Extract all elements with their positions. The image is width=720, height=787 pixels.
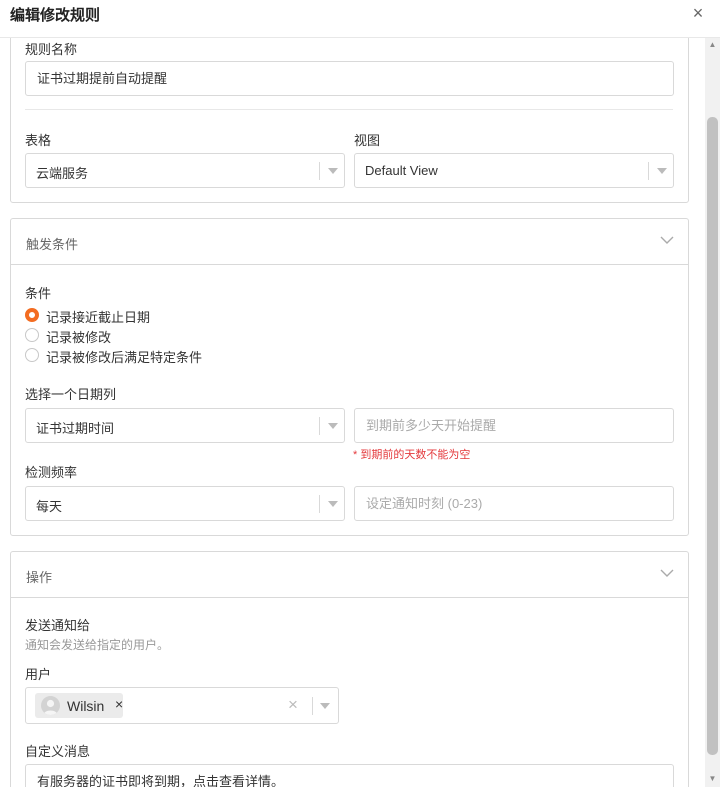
- dialog-title: 编辑修改规则: [10, 7, 101, 24]
- rule-basics-card: 规则名称 证书过期提前自动提醒 表格 云端服务 视图 Default View: [10, 38, 689, 203]
- action-card-header[interactable]: 操作: [11, 552, 688, 598]
- rule-name-input[interactable]: 证书过期提前自动提醒: [25, 61, 674, 96]
- trigger-card: 触发条件 条件 记录接近截止日期 记录被修改 记录被修改后满足特定条件 选择一个…: [10, 218, 689, 536]
- date-column-label: 选择一个日期列: [25, 387, 117, 402]
- select-separator: [312, 697, 313, 715]
- trigger-card-title: 触发条件: [26, 237, 79, 252]
- dialog-body: 规则名称 证书过期提前自动提醒 表格 云端服务 视图 Default View …: [0, 38, 705, 787]
- scroll-up-icon[interactable]: ▲: [705, 38, 720, 52]
- user-tag-name: Wilsin: [67, 698, 105, 714]
- chevron-down-icon[interactable]: [659, 565, 675, 581]
- dialog-header: 编辑修改规则 ×: [0, 0, 720, 38]
- radio-button[interactable]: [25, 308, 39, 322]
- radio-button[interactable]: [25, 328, 39, 342]
- action-card-title: 操作: [26, 570, 53, 585]
- clear-icon[interactable]: ×: [288, 695, 298, 715]
- rule-name-label: 规则名称: [25, 42, 78, 57]
- chevron-down-icon[interactable]: [328, 423, 338, 429]
- user-tag: Wilsin ×: [35, 693, 123, 718]
- scroll-down-icon[interactable]: ▼: [705, 772, 720, 786]
- radio-button[interactable]: [25, 348, 39, 362]
- date-column-select[interactable]: 证书过期时间: [25, 408, 345, 443]
- remove-user-icon[interactable]: ×: [115, 696, 123, 712]
- frequency-label: 检测频率: [25, 465, 78, 480]
- notify-hour-input[interactable]: 设定通知时刻 (0-23): [354, 486, 674, 521]
- message-label: 自定义消息: [25, 744, 91, 759]
- scrollbar-thumb[interactable]: [707, 117, 718, 755]
- trigger-card-header[interactable]: 触发条件: [11, 219, 688, 265]
- chevron-down-icon[interactable]: [657, 168, 667, 174]
- send-to-hint: 通知会发送给指定的用户。: [25, 638, 170, 652]
- date-column-select-value: 证书过期时间: [36, 421, 115, 436]
- frequency-select-value: 每天: [36, 499, 63, 514]
- table-select[interactable]: 云端服务: [25, 153, 345, 188]
- scrollbar[interactable]: ▲ ▼: [705, 38, 720, 787]
- select-separator: [319, 417, 320, 435]
- view-label: 视图: [354, 133, 381, 148]
- condition-label: 条件: [25, 286, 52, 301]
- chevron-down-icon[interactable]: [328, 501, 338, 507]
- close-icon[interactable]: ×: [690, 3, 706, 24]
- avatar: [41, 696, 60, 715]
- section-divider: [25, 109, 673, 110]
- table-select-value: 云端服务: [36, 166, 89, 181]
- radio-label: 记录被修改: [46, 330, 112, 345]
- message-textarea[interactable]: 有服务器的证书即将到期，点击查看详情。: [25, 764, 674, 787]
- chevron-down-icon[interactable]: [328, 168, 338, 174]
- chevron-down-icon[interactable]: [320, 703, 330, 709]
- radio-label: 记录被修改后满足特定条件: [46, 350, 203, 365]
- send-to-label: 发送通知给: [25, 618, 91, 633]
- select-separator: [319, 495, 320, 513]
- chevron-down-icon[interactable]: [659, 232, 675, 248]
- select-separator: [319, 162, 320, 180]
- view-select[interactable]: Default View: [354, 153, 674, 188]
- table-label: 表格: [25, 133, 52, 148]
- action-card: 操作 发送通知给 通知会发送给指定的用户。 用户 Wilsin × × 自定义消…: [10, 551, 689, 787]
- user-multiselect[interactable]: Wilsin × ×: [25, 687, 339, 724]
- days-before-input[interactable]: 到期前多少天开始提醒: [354, 408, 674, 443]
- view-select-value: Default View: [365, 163, 438, 178]
- radio-label: 记录接近截止日期: [46, 310, 151, 325]
- select-separator: [648, 162, 649, 180]
- frequency-select[interactable]: 每天: [25, 486, 345, 521]
- days-error-text: * 到期前的天数不能为空: [353, 449, 471, 461]
- user-label: 用户: [25, 667, 52, 682]
